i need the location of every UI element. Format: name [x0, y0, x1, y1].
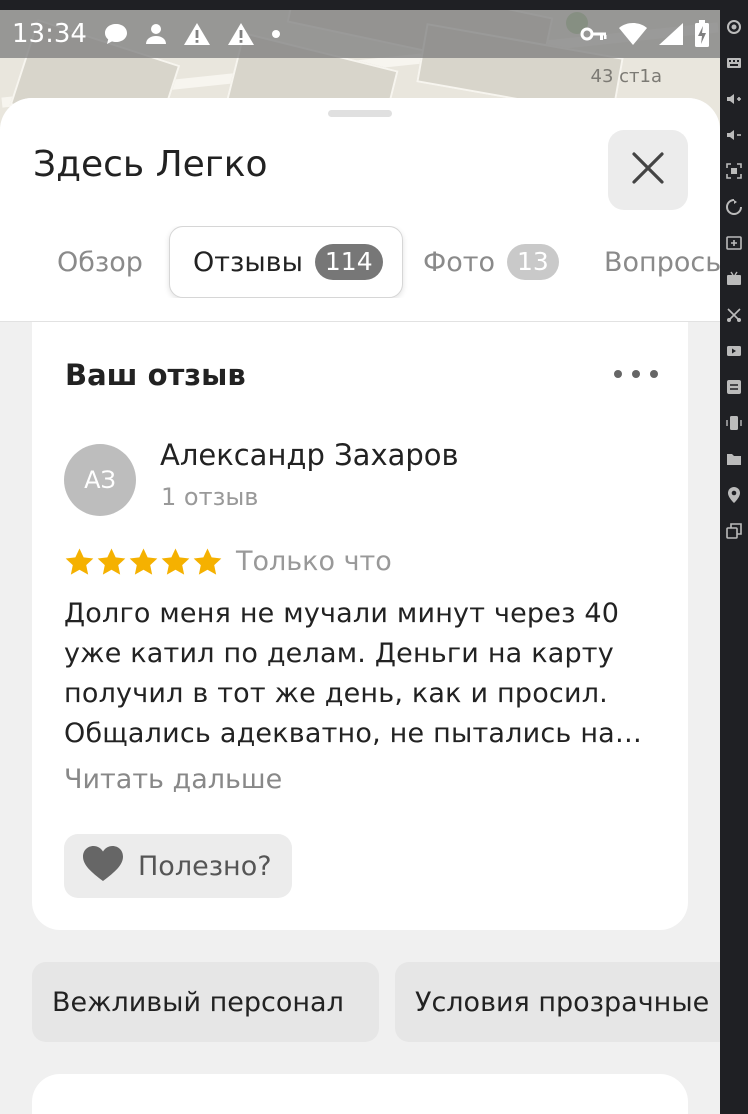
review-text-line: уже катил по делам. Деньги на карту	[64, 638, 614, 669]
video-icon[interactable]	[725, 342, 743, 360]
star-icon	[193, 548, 222, 575]
review-text-line: получил в тот же день, как и просил.	[64, 678, 608, 709]
swap-icon[interactable]	[725, 378, 743, 396]
sheet-header: Здесь Легко Обзор Отзывы 114 Фото 13 Воп…	[0, 98, 720, 322]
star-icon	[129, 548, 158, 575]
review-text-line: Долго меня не мучали минут через 40	[64, 598, 620, 629]
volume-up-icon[interactable]	[725, 90, 743, 108]
signal-icon	[658, 22, 684, 46]
location-icon[interactable]	[725, 486, 743, 504]
tab-bar: Обзор Отзывы 114 Фото 13 Вопросы	[0, 226, 720, 298]
vibrate-icon[interactable]	[725, 414, 743, 432]
tab-label: Вопросы	[604, 246, 720, 278]
star-icon	[65, 548, 94, 575]
tab-label: Отзывы	[193, 246, 303, 278]
review-text: Долго меня не мучали минут через 40 уже …	[64, 594, 660, 754]
sheet-grabber[interactable]	[328, 110, 392, 117]
dot-icon	[271, 29, 281, 39]
read-more-link[interactable]: Читать дальше	[64, 764, 282, 795]
tab-overview[interactable]: Обзор	[57, 226, 143, 298]
place-sheet: Здесь Легко Обзор Отзывы 114 Фото 13 Воп…	[0, 98, 720, 1114]
status-time: 13:34	[12, 19, 87, 49]
folder-icon[interactable]	[725, 450, 743, 468]
heart-icon	[82, 845, 124, 887]
battery-charging-icon	[694, 20, 710, 48]
warning-icon	[183, 22, 211, 46]
camera-icon[interactable]	[725, 18, 743, 36]
chip-transparent-terms[interactable]: Условия прозрачные	[395, 962, 720, 1042]
chat-icon	[103, 22, 129, 46]
top-strip	[0, 0, 720, 10]
multi-window-icon[interactable]	[725, 522, 743, 540]
more-dot	[614, 370, 622, 378]
place-title: Здесь Легко	[33, 144, 268, 185]
volume-down-icon[interactable]	[725, 126, 743, 144]
more-dot	[632, 370, 640, 378]
review-text-line: Общались адекватно, не пытались на…	[64, 718, 643, 749]
star-icon	[97, 548, 126, 575]
rating-stars	[64, 546, 223, 578]
emulator-toolbar	[720, 0, 748, 1114]
key-icon	[580, 24, 608, 44]
warning-icon	[227, 22, 255, 46]
tab-label: Фото	[423, 246, 496, 278]
apk-icon[interactable]	[725, 270, 743, 288]
tab-reviews[interactable]: Отзывы 114	[169, 226, 403, 298]
close-button[interactable]	[608, 130, 688, 210]
avatar[interactable]: АЗ	[64, 444, 136, 516]
tab-photos[interactable]: Фото 13	[423, 226, 559, 298]
status-bar: 13:34	[0, 10, 720, 58]
review-time: Только что	[236, 546, 392, 577]
tab-label: Обзор	[57, 246, 143, 278]
cut-icon[interactable]	[725, 306, 743, 324]
next-review-card	[32, 1074, 688, 1114]
rotate-icon[interactable]	[725, 198, 743, 216]
wifi-icon	[618, 22, 648, 46]
photos-count-badge: 13	[507, 244, 559, 280]
tab-questions[interactable]: Вопросы	[604, 226, 720, 298]
useful-button[interactable]: Полезно?	[64, 834, 292, 898]
add-window-icon[interactable]	[725, 234, 743, 252]
more-dot	[650, 370, 658, 378]
map-address-label: 43 ст1а	[590, 66, 663, 87]
author-name[interactable]: Александр Захаров	[160, 438, 459, 472]
star-icon	[161, 548, 190, 575]
useful-label: Полезно?	[138, 850, 272, 882]
author-review-count: 1 отзыв	[161, 483, 259, 511]
more-options-button[interactable]	[614, 362, 658, 386]
close-icon	[631, 151, 665, 189]
review-card-heading: Ваш отзыв	[65, 358, 246, 392]
person-icon	[145, 22, 167, 46]
chip-label: Вежливый персонал	[52, 986, 344, 1018]
my-review-card: Ваш отзыв АЗ Александр Захаров 1 отзыв Т…	[32, 322, 688, 930]
reviews-count-badge: 114	[314, 244, 383, 280]
chip-polite-staff[interactable]: Вежливый персонал	[32, 962, 379, 1042]
screenshot-icon[interactable]	[725, 162, 743, 180]
chip-label: Условия прозрачные	[415, 986, 710, 1018]
keyboard-icon[interactable]	[725, 54, 743, 72]
